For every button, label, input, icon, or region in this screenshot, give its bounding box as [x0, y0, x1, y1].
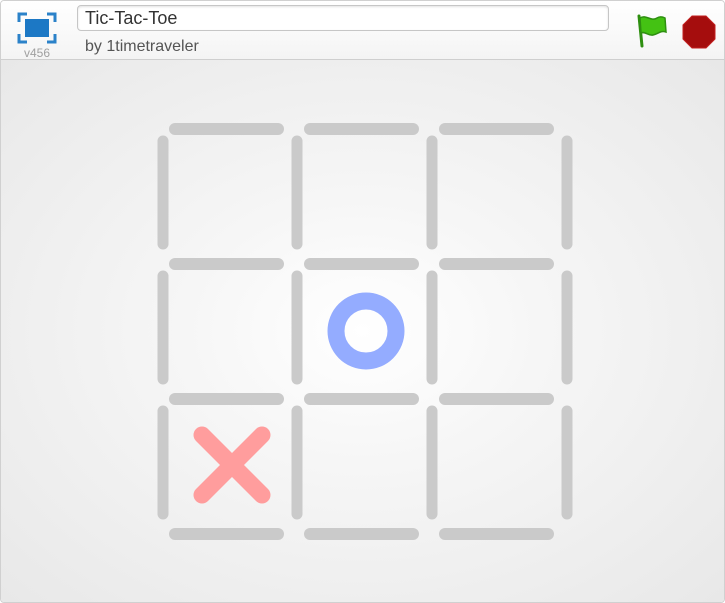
green-flag-button[interactable]: [634, 13, 668, 49]
project-title-input[interactable]: [77, 5, 609, 31]
fullscreen-icon: [17, 12, 57, 44]
player-header: v456 by 1timetraveler: [1, 1, 724, 60]
board-cell-1-0[interactable]: [171, 272, 290, 391]
board-cell-1-2[interactable]: [441, 272, 560, 391]
board-cell-2-1[interactable]: [306, 407, 425, 526]
board-cell-0-1[interactable]: [306, 137, 425, 256]
stop-button[interactable]: [681, 14, 717, 50]
author-label: by 1timetraveler: [85, 38, 199, 55]
game-stage[interactable]: [1, 60, 724, 602]
version-label: v456: [24, 46, 51, 60]
tic-tac-toe-board[interactable]: [1, 60, 724, 602]
green-flag-icon: [637, 14, 667, 48]
board-cell-0-0[interactable]: [171, 137, 290, 256]
player-frame: v456 by 1timetraveler: [0, 0, 725, 603]
board-cell-1-1[interactable]: [306, 272, 425, 391]
board-cell-2-2[interactable]: [441, 407, 560, 526]
fullscreen-button[interactable]: [16, 11, 58, 45]
stop-sign-icon: [682, 15, 716, 49]
board-cell-0-2[interactable]: [441, 137, 560, 256]
